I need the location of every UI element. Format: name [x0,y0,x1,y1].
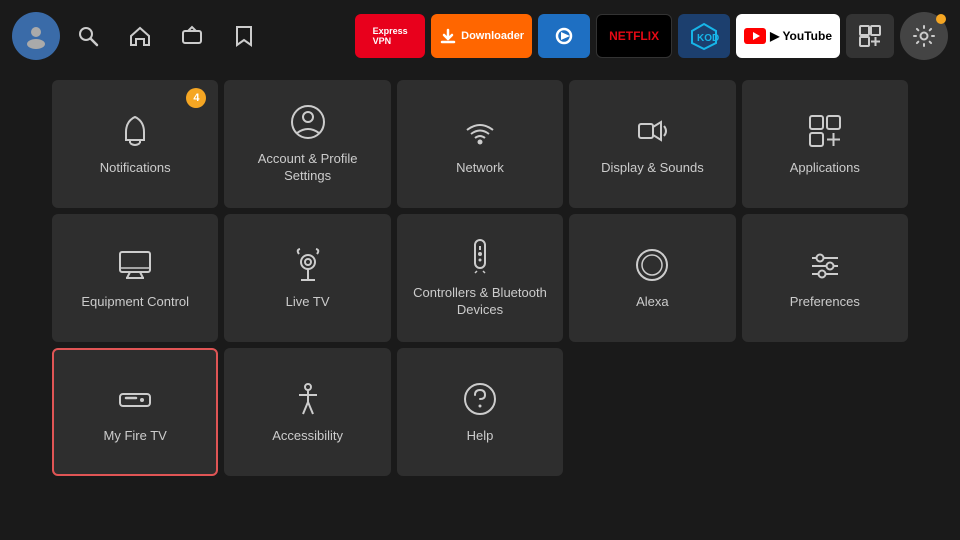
network-label: Network [456,160,504,177]
antenna-icon [289,246,327,284]
topbar-left [12,12,268,60]
sliders-icon [806,246,844,284]
help-circle-icon [461,380,499,418]
downloader-label: Downloader [461,30,524,42]
person-circle-icon [289,103,327,141]
youtube-icon [744,28,766,44]
settings-button[interactable] [900,12,948,60]
firetv-app[interactable] [538,14,590,58]
help-label: Help [467,428,494,445]
help-tile[interactable]: Help [397,348,563,476]
tiles-grid: 4 Notifications Account & Profile Settin… [52,80,908,476]
applications-label: Applications [790,160,860,177]
notifications-label: Notifications [100,160,171,177]
notifications-tile[interactable]: 4 Notifications [52,80,218,208]
my-fire-tv-label: My Fire TV [104,428,167,445]
kodi-icon: KODI [689,21,719,51]
equipment-control-tile[interactable]: Equipment Control [52,214,218,342]
kodi-app[interactable]: KODI [678,14,730,58]
home-icon[interactable] [116,12,164,60]
speaker-icon [633,112,671,150]
applications-tile[interactable]: Applications [742,80,908,208]
my-fire-tv-tile[interactable]: My Fire TV [52,348,218,476]
app-grid-button[interactable] [846,14,894,58]
youtube-app[interactable]: ▶ YouTube [736,14,840,58]
app-grid-tile-icon [806,112,844,150]
search-icon[interactable] [64,12,112,60]
display-sounds-tile[interactable]: Display & Sounds [569,80,735,208]
alexa-icon [633,246,671,284]
controllers-bluetooth-tile[interactable]: Controllers & Bluetooth Devices [397,214,563,342]
settings-notification-dot [936,14,946,24]
live-tv-nav-icon[interactable] [168,12,216,60]
accessibility-label: Accessibility [272,428,343,445]
preferences-tile[interactable]: Preferences [742,214,908,342]
app-grid-icon [859,25,881,47]
netflix-label: NETFLIX [609,29,659,43]
accessibility-icon [289,380,327,418]
svg-text:KODI: KODI [697,33,719,44]
controllers-bluetooth-label: Controllers & Bluetooth Devices [407,285,553,319]
notifications-badge: 4 [186,88,206,108]
monitor-icon [116,246,154,284]
preferences-label: Preferences [790,294,860,311]
alexa-tile[interactable]: Alexa [569,214,735,342]
netflix-app[interactable]: NETFLIX [596,14,672,58]
expressvpn-app[interactable]: ExpressVPN [355,14,425,58]
accessibility-tile[interactable]: Accessibility [224,348,390,476]
expressvpn-label: ExpressVPN [373,26,408,46]
downloader-app[interactable]: Downloader [431,14,532,58]
alexa-label: Alexa [636,294,669,311]
bell-icon [116,112,154,150]
network-tile[interactable]: Network [397,80,563,208]
settings-grid: 4 Notifications Account & Profile Settin… [0,72,960,484]
equipment-control-label: Equipment Control [81,294,189,311]
settings-gear-icon [912,24,936,48]
live-tv-tile[interactable]: Live TV [224,214,390,342]
account-profile-label: Account & Profile Settings [234,151,380,185]
fire-tv-icon [116,380,154,418]
avatar-icon[interactable] [12,12,60,60]
bookmark-icon[interactable] [220,12,268,60]
topbar-apps: ExpressVPN Downloader NETFLIX KODI [355,12,948,60]
remote-icon [461,237,499,275]
live-tv-label: Live TV [286,294,330,311]
wifi-icon [461,112,499,150]
firetv-app-icon [550,22,578,50]
account-profile-tile[interactable]: Account & Profile Settings [224,80,390,208]
youtube-label: ▶ YouTube [770,29,832,43]
display-sounds-label: Display & Sounds [601,160,704,177]
downloader-icon [439,27,457,45]
topbar: ExpressVPN Downloader NETFLIX KODI [0,0,960,72]
